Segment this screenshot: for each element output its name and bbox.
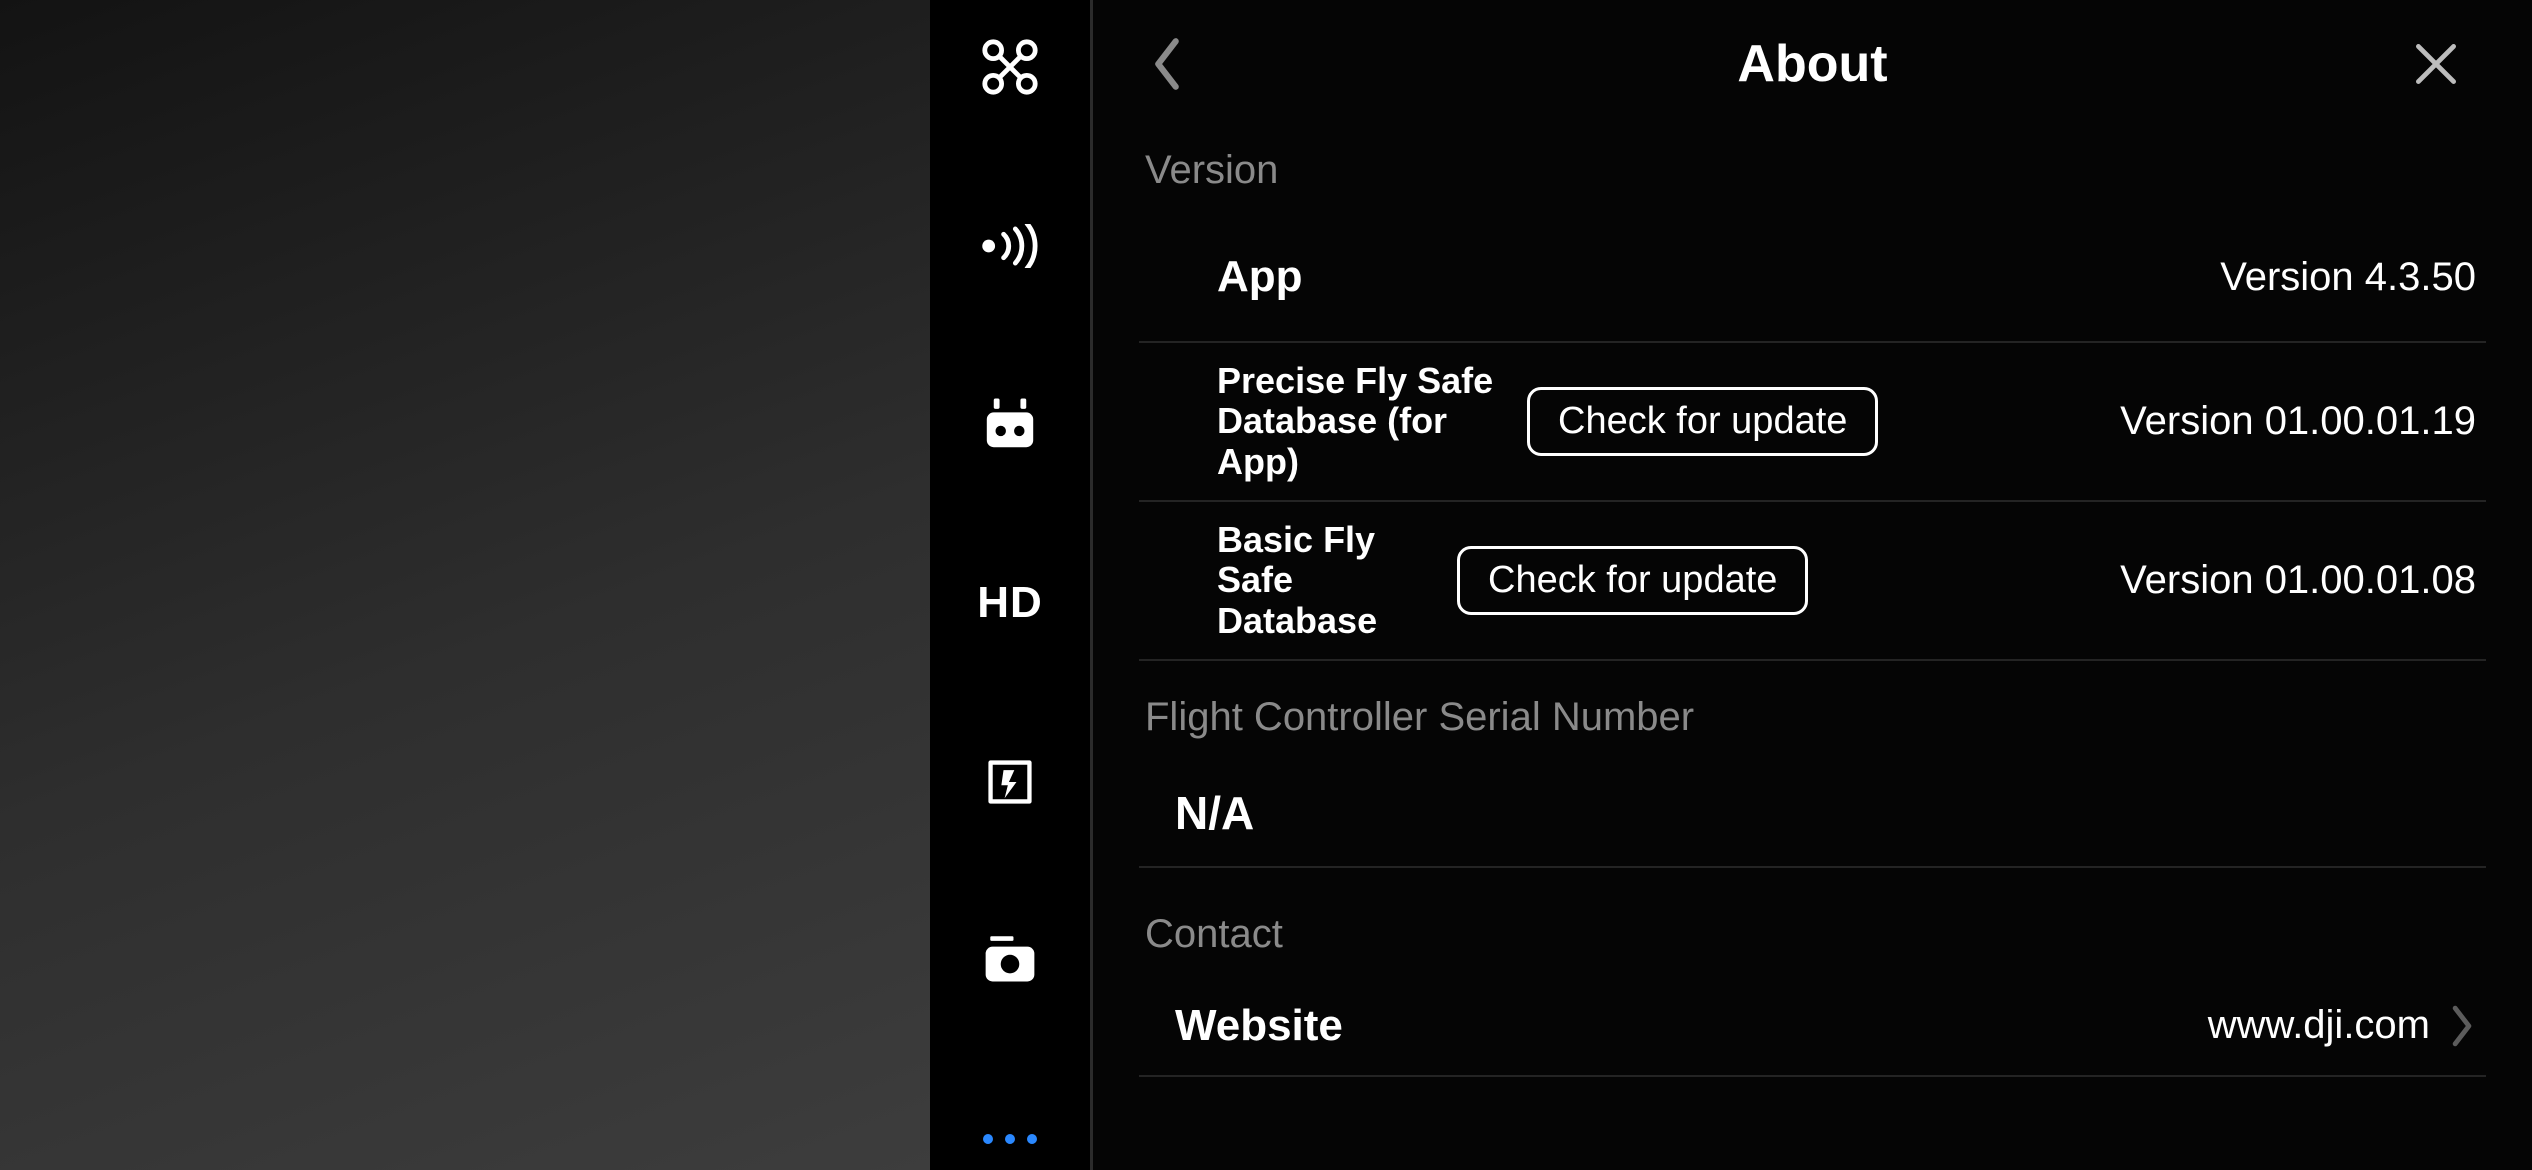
check-update-precise-button[interactable]: Check for update xyxy=(1527,387,1878,456)
camera-icon xyxy=(981,933,1039,987)
sidebar-item-hd[interactable]: HD xyxy=(974,572,1046,635)
camera-preview-background xyxy=(0,0,930,1170)
panel-body: Version App Version 4.3.50 Precise Fly S… xyxy=(1093,128,2532,1170)
website-label: Website xyxy=(1175,1001,1343,1051)
hd-icon: HD xyxy=(977,578,1043,628)
app-label: App xyxy=(1217,252,1303,302)
sidebar-item-aircraft[interactable] xyxy=(974,36,1046,99)
serial-number-value: N/A xyxy=(1139,760,2486,868)
chevron-right-icon xyxy=(2448,1004,2476,1048)
row-website[interactable]: Website www.dji.com xyxy=(1139,977,2486,1077)
page-title: About xyxy=(1737,34,1887,94)
precise-db-version-value: Version 01.00.01.19 xyxy=(2120,399,2476,444)
row-app-version: App Version 4.3.50 xyxy=(1139,213,2486,343)
controller-icon xyxy=(981,395,1039,453)
aircraft-icon xyxy=(980,37,1040,97)
sidebar-item-camera[interactable] xyxy=(974,929,1046,992)
basic-db-version-value: Version 01.00.01.08 xyxy=(2120,558,2476,603)
back-button[interactable] xyxy=(1135,32,1199,96)
row-basic-flysafe: Basic Fly Safe Database Check for update… xyxy=(1139,502,2486,661)
close-icon xyxy=(2412,40,2460,88)
panel-header: About xyxy=(1093,0,2532,128)
section-label-contact: Contact xyxy=(1139,868,2486,977)
chevron-left-icon xyxy=(1149,36,1185,92)
close-button[interactable] xyxy=(2404,32,2468,96)
section-label-version: Version xyxy=(1139,128,2486,213)
sidebar-item-more[interactable] xyxy=(974,1107,1046,1170)
check-update-basic-button[interactable]: Check for update xyxy=(1457,546,1808,615)
precise-db-label: Precise Fly Safe Database (for App) xyxy=(1217,361,1507,482)
signal-icon xyxy=(978,224,1042,268)
row-precise-flysafe: Precise Fly Safe Database (for App) Chec… xyxy=(1139,343,2486,502)
battery-icon xyxy=(983,755,1037,809)
about-panel: About Version App Version 4.3.50 Precise… xyxy=(1093,0,2532,1170)
sidebar-item-signal[interactable] xyxy=(974,215,1046,278)
more-icon xyxy=(983,1134,1037,1144)
settings-sidebar: HD xyxy=(930,0,1090,1170)
website-value: www.dji.com xyxy=(2208,1003,2430,1048)
basic-db-label: Basic Fly Safe Database xyxy=(1217,520,1437,641)
app-version-value: Version 4.3.50 xyxy=(2220,255,2476,300)
sidebar-item-battery[interactable] xyxy=(974,750,1046,813)
sidebar-item-controller[interactable] xyxy=(974,393,1046,456)
section-label-serial: Flight Controller Serial Number xyxy=(1139,661,2486,760)
